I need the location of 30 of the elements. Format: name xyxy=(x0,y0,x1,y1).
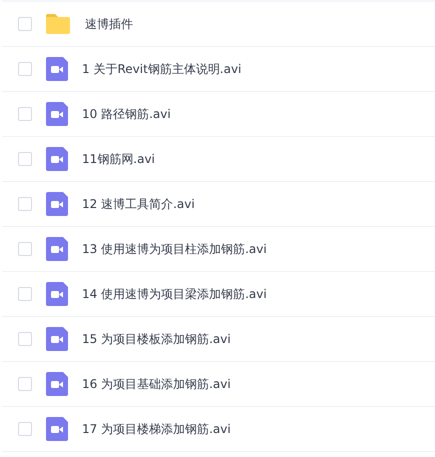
file-name[interactable]: 12 速博工具简介.avi xyxy=(82,196,195,212)
video-file-icon xyxy=(46,147,68,171)
checkbox[interactable] xyxy=(18,422,32,436)
file-name[interactable]: 1 关于Revit钢筋主体说明.avi xyxy=(82,60,242,78)
checkbox[interactable] xyxy=(18,107,32,121)
video-file-icon xyxy=(46,282,68,306)
checkbox[interactable] xyxy=(18,197,32,211)
video-file-icon xyxy=(46,102,68,126)
checkbox[interactable] xyxy=(18,17,32,31)
file-name[interactable]: 速博插件 xyxy=(85,16,133,32)
video-file-icon xyxy=(46,192,68,216)
file-name[interactable]: 11钢筋网.avi xyxy=(82,150,155,168)
checkbox[interactable] xyxy=(18,287,32,301)
checkbox[interactable] xyxy=(18,242,32,256)
video-file-icon xyxy=(46,237,68,261)
file-name[interactable]: 15 为项目楼板添加钢筋.avi xyxy=(82,330,231,348)
checkbox[interactable] xyxy=(18,62,32,76)
video-file-icon xyxy=(46,417,68,441)
video-file-icon xyxy=(46,327,68,351)
video-file-icon xyxy=(46,57,68,81)
video-file-icon xyxy=(46,372,68,396)
file-name[interactable]: 16 为项目基础添加钢筋.avi xyxy=(82,376,231,392)
checkbox[interactable] xyxy=(18,152,32,166)
checkbox[interactable] xyxy=(18,332,32,346)
checkbox[interactable] xyxy=(18,377,32,391)
file-name[interactable]: 10 路径钢筋.avi xyxy=(82,106,171,122)
folder-icon xyxy=(45,13,71,35)
file-name[interactable]: 13 使用速博为项目柱添加钢筋.avi xyxy=(82,240,267,258)
file-name[interactable]: 14 使用速博为项目梁添加钢筋.avi xyxy=(82,286,267,302)
file-name[interactable]: 17 为项目楼梯添加钢筋.avi xyxy=(82,420,231,438)
